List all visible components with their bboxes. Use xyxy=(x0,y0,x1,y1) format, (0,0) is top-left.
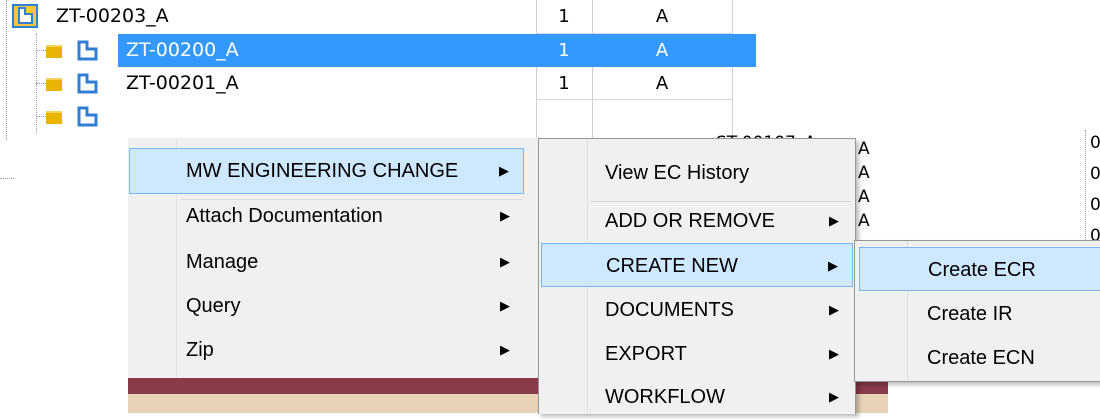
context-menu: MW ENGINEERING CHANGE ▶ Attach Documenta… xyxy=(128,138,538,378)
part-number: ZT-00200_A xyxy=(120,39,245,61)
quantity-cell: 1 xyxy=(558,6,570,27)
menu-item-create-ecn[interactable]: Create ECN xyxy=(859,336,1100,380)
part-number: ZT-00201_A xyxy=(126,72,239,94)
revision-cell: A xyxy=(655,6,669,27)
menu-item-label: MW ENGINEERING CHANGE xyxy=(186,160,459,182)
part-icon xyxy=(76,73,98,95)
table-row-selected[interactable]: ZT-00200_A 1 A xyxy=(0,34,760,67)
quantity-cell: 1 xyxy=(558,73,570,94)
submenu-arrow-icon: ▶ xyxy=(829,213,839,228)
revision-cell: A xyxy=(858,139,870,159)
menu-item-label: ADD OR REMOVE xyxy=(605,210,776,232)
menu-item-label: Zip xyxy=(186,339,214,361)
table-row[interactable]: ZT-00203_A 1 A xyxy=(0,0,760,33)
submenu-arrow-icon: ▶ xyxy=(500,298,510,313)
menu-item-label: Create ECN xyxy=(927,347,1035,369)
submenu-arrow-icon: ▶ xyxy=(829,389,839,404)
menu-item-label: View EC History xyxy=(605,162,750,184)
column-divider xyxy=(1085,130,1086,250)
tree-connector xyxy=(0,178,14,179)
table-row[interactable] xyxy=(0,100,760,140)
revision-cell: A xyxy=(858,163,870,183)
submenu-arrow-icon: ▶ xyxy=(500,254,510,269)
part-icon xyxy=(76,40,98,62)
menu-item-label: Create IR xyxy=(927,303,1013,325)
folder-icon xyxy=(46,78,62,91)
revision-cell: A xyxy=(858,187,870,207)
quantity-cell: 1 xyxy=(558,40,570,61)
submenu-arrow-icon: ▶ xyxy=(829,346,839,361)
menu-item-label: CREATE NEW xyxy=(606,255,738,277)
assembly-icon xyxy=(12,4,38,28)
folder-icon xyxy=(46,45,62,58)
folder-icon xyxy=(46,111,62,124)
submenu-mw-engineering-change: View EC History ADD OR REMOVE ▶ CREATE N… xyxy=(538,138,856,414)
menu-item-zip[interactable]: Zip ▶ xyxy=(130,328,524,372)
menu-item-add-or-remove[interactable]: ADD OR REMOVE ▶ xyxy=(541,199,853,243)
revision-cell: A xyxy=(655,40,669,61)
menu-item-view-ec-history[interactable]: View EC History xyxy=(541,151,853,195)
submenu-arrow-icon: ▶ xyxy=(828,258,838,273)
menu-item-label: Create ECR xyxy=(928,259,1036,281)
menu-item-query[interactable]: Query ▶ xyxy=(130,284,524,328)
submenu-create-new: Create ECR Create IR Create ECN xyxy=(854,240,1100,382)
menu-item-label: Query xyxy=(186,295,241,317)
menu-item-label: EXPORT xyxy=(605,343,687,365)
value-cell: 0 xyxy=(1090,133,1100,153)
menu-item-label: DOCUMENTS xyxy=(605,299,734,321)
menu-item-workflow[interactable]: WORKFLOW ▶ xyxy=(541,375,853,419)
submenu-arrow-icon: ▶ xyxy=(499,163,509,178)
menu-item-create-ecr[interactable]: Create ECR xyxy=(859,247,1100,291)
value-cell: 0 xyxy=(1090,164,1100,184)
menu-item-export[interactable]: EXPORT ▶ xyxy=(541,332,853,376)
menu-item-create-new[interactable]: CREATE NEW ▶ xyxy=(541,243,853,287)
part-icon xyxy=(76,106,98,128)
revision-cell: A xyxy=(858,211,870,231)
assembly-tree: ZT-00203_A 1 A ZT-00200_A 1 A ZT-00201_A… xyxy=(0,0,760,179)
part-number: ZT-00203_A xyxy=(56,5,169,27)
revision-cell: A xyxy=(655,73,669,94)
table-row[interactable]: ZT-00201_A 1 A xyxy=(0,67,760,100)
menu-item-label: Attach Documentation xyxy=(186,205,383,227)
menu-item-label: WORKFLOW xyxy=(605,386,725,408)
submenu-arrow-icon: ▶ xyxy=(500,342,510,357)
value-cell: 0 xyxy=(1090,195,1100,215)
submenu-arrow-icon: ▶ xyxy=(500,208,510,223)
menu-item-create-ir[interactable]: Create IR xyxy=(859,292,1100,336)
menu-item-manage[interactable]: Manage ▶ xyxy=(130,240,524,284)
menu-item-mw-engineering-change[interactable]: MW ENGINEERING CHANGE ▶ xyxy=(129,148,524,194)
menu-item-attach-documentation[interactable]: Attach Documentation ▶ xyxy=(130,194,524,238)
menu-item-documents[interactable]: DOCUMENTS ▶ xyxy=(541,288,853,332)
submenu-arrow-icon: ▶ xyxy=(829,302,839,317)
menu-item-label: Manage xyxy=(186,251,259,273)
